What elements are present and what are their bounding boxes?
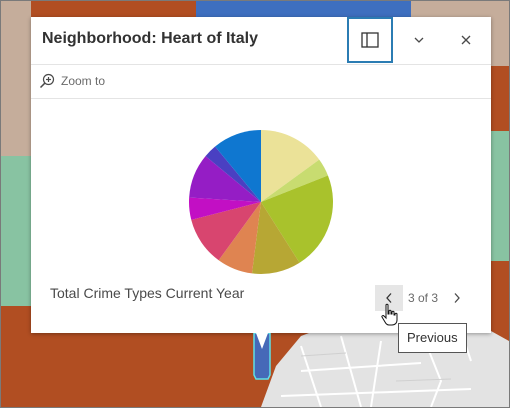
- next-button[interactable]: [447, 285, 467, 311]
- zoom-to-action[interactable]: Zoom to: [39, 73, 105, 89]
- chevron-down-icon: [414, 37, 424, 43]
- hand-cursor-icon: [381, 303, 398, 326]
- previous-tooltip: Previous: [398, 323, 467, 353]
- zoom-in-icon: [39, 73, 55, 89]
- zoom-to-label: Zoom to: [61, 74, 106, 88]
- dock-button[interactable]: [347, 17, 393, 63]
- chevron-right-icon: [454, 293, 460, 303]
- actions-divider: [31, 98, 491, 99]
- popup-pointer: [253, 333, 271, 380]
- dock-side-icon: [361, 32, 379, 48]
- close-button[interactable]: [443, 17, 489, 63]
- popup-header: Neighborhood: Heart of Italy: [31, 17, 491, 64]
- header-divider: [31, 64, 491, 65]
- crime-pie-chart[interactable]: [188, 129, 334, 275]
- collapse-button[interactable]: [396, 17, 442, 63]
- page-count: 3 of 3: [408, 291, 439, 305]
- feature-popup: Neighborhood: Heart of Italy Zoom to Tot…: [31, 17, 491, 333]
- chart-caption: Total Crime Types Current Year: [50, 285, 245, 301]
- popup-title: Neighborhood: Heart of Italy: [42, 30, 258, 47]
- close-icon: [461, 35, 471, 45]
